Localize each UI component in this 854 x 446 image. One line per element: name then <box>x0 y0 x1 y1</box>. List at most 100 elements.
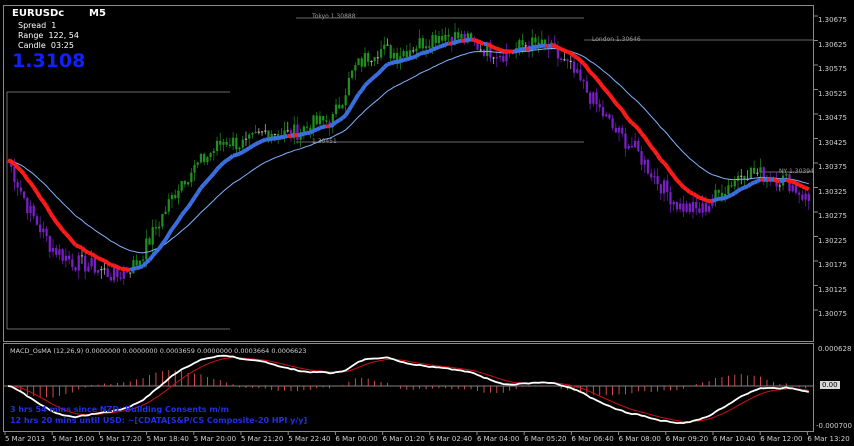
fast-moving-average <box>183 205 190 213</box>
fast-moving-average <box>235 151 241 157</box>
candle-body <box>241 139 244 148</box>
candle-body <box>617 127 621 133</box>
fast-moving-average <box>714 196 720 202</box>
fast-moving-average <box>598 81 605 89</box>
candle-body <box>51 247 55 252</box>
fast-moving-average <box>84 249 90 255</box>
candle-body <box>707 205 711 212</box>
candle-body <box>633 140 637 148</box>
candle-body <box>161 214 164 227</box>
price-tick-label: 1.30525 <box>818 89 847 98</box>
fast-moving-average <box>163 233 171 241</box>
fast-moving-average <box>636 127 644 135</box>
fast-moving-average <box>228 154 235 160</box>
candle-body <box>80 255 84 257</box>
candle-body <box>344 95 347 106</box>
fast-moving-average <box>268 136 273 142</box>
fast-moving-average <box>222 158 228 165</box>
candle-body <box>621 127 624 134</box>
fast-moving-average <box>643 136 650 144</box>
chart-canvas <box>4 15 818 435</box>
candle-body <box>71 259 74 268</box>
fast-moving-average <box>350 98 358 106</box>
fast-moving-average <box>659 158 666 165</box>
candle-body <box>502 55 505 62</box>
candle-body <box>695 202 698 209</box>
candle-body <box>135 260 138 266</box>
fast-moving-average <box>740 185 746 191</box>
fast-moving-average <box>396 59 401 64</box>
fast-moving-average <box>756 177 762 183</box>
fast-moving-average <box>192 191 200 199</box>
candle-body <box>283 130 286 135</box>
time-tick-label: 5 Mar 20:00 <box>193 435 237 443</box>
fast-moving-average <box>48 211 55 219</box>
candle-body <box>444 34 447 41</box>
fast-moving-average <box>74 243 80 249</box>
time-tick-label: 6 Mar 10:40 <box>713 435 756 443</box>
fast-moving-average <box>363 80 370 87</box>
fast-moving-average <box>64 232 71 239</box>
candle-body <box>447 34 450 37</box>
fast-moving-average <box>575 56 582 63</box>
fast-moving-average <box>44 205 52 214</box>
candle-body <box>698 208 701 213</box>
fast-moving-average <box>746 182 753 188</box>
candle-body <box>42 228 45 233</box>
fast-moving-average <box>588 70 595 77</box>
candle-body <box>141 259 145 261</box>
candle-body <box>145 238 148 260</box>
candle-body <box>373 57 376 62</box>
candle-body <box>318 116 322 125</box>
candle-body <box>643 159 646 165</box>
candle-body <box>560 58 563 60</box>
candle-body <box>254 131 257 134</box>
candle-body <box>794 185 798 193</box>
candle-body <box>238 147 241 150</box>
fast-moving-average <box>701 196 707 203</box>
fast-moving-average <box>347 103 354 112</box>
candle-body <box>90 258 93 267</box>
candle-body <box>498 55 502 58</box>
candle-body <box>421 38 424 49</box>
candle-body <box>251 133 254 135</box>
candle-body <box>103 268 106 270</box>
fast-moving-average <box>113 263 119 269</box>
candle-body <box>482 49 486 57</box>
candle-body <box>347 77 351 96</box>
candle-body <box>199 153 203 163</box>
candle-body <box>691 202 695 213</box>
candle-body <box>675 201 679 210</box>
candle-body <box>415 48 418 52</box>
spread-value: 1 <box>51 21 57 30</box>
candle-body <box>434 35 437 44</box>
candle-body <box>759 167 762 173</box>
fast-moving-average <box>450 40 456 46</box>
time-tick-label: 5 Mar 18:40 <box>146 435 189 443</box>
candle-body <box>650 173 653 178</box>
fast-moving-average <box>366 77 373 84</box>
range-label: Range <box>18 31 44 40</box>
fast-moving-average <box>620 109 628 117</box>
fast-moving-average <box>730 191 736 197</box>
candle-body <box>717 190 720 193</box>
fast-moving-average <box>293 132 298 138</box>
fast-moving-average <box>154 247 161 254</box>
fast-moving-average <box>409 55 414 61</box>
fast-moving-average <box>801 184 807 190</box>
candle-body <box>296 124 299 140</box>
fast-moving-average <box>382 62 389 69</box>
fast-moving-average <box>610 97 618 105</box>
fast-moving-average <box>331 120 338 127</box>
candle-body <box>19 187 22 192</box>
fast-moving-average <box>28 181 36 189</box>
fast-moving-average <box>795 181 800 187</box>
candle-body <box>74 267 77 271</box>
fast-moving-average <box>652 149 660 157</box>
fast-moving-average <box>284 133 289 139</box>
candle-body <box>222 141 225 145</box>
candle-body <box>164 211 167 215</box>
fast-moving-average <box>212 167 219 175</box>
fast-moving-average <box>772 177 778 183</box>
fast-moving-average <box>691 191 698 198</box>
